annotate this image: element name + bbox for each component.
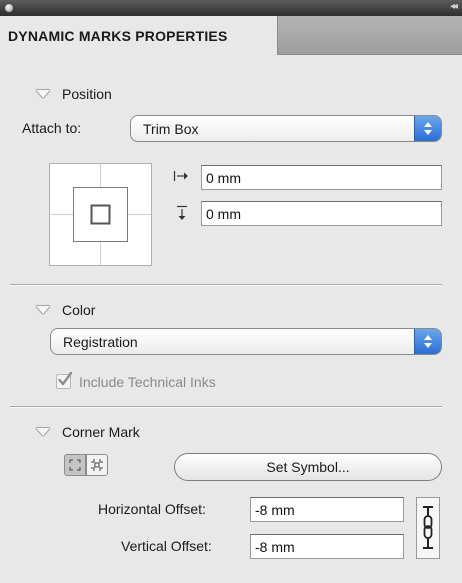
include-technical-inks-checkbox[interactable] — [56, 372, 72, 389]
proxy-diagram — [50, 164, 151, 265]
collapse-icon[interactable]: ◂◂ — [450, 1, 458, 12]
tab-strip: DYNAMIC MARKS PROPERTIES — [0, 16, 462, 55]
popup-arrows-icon[interactable] — [414, 329, 441, 354]
reference-point-proxy[interactable] — [49, 163, 152, 266]
horizontal-offset-label: Horizontal Offset: — [98, 501, 206, 517]
attach-to-value: Trim Box — [143, 120, 199, 137]
disclosure-triangle-icon[interactable] — [36, 306, 50, 314]
attach-to-label: Attach to: — [22, 120, 82, 136]
corner-mark-header-label: Corner Mark — [62, 424, 140, 440]
x-offset-field[interactable] — [201, 165, 442, 190]
tab-dynamic-marks-properties[interactable]: DYNAMIC MARKS PROPERTIES — [0, 16, 278, 55]
disclosure-triangle-icon[interactable] — [36, 428, 50, 436]
color-header-label: Color — [62, 302, 96, 318]
popup-arrows-icon[interactable] — [414, 116, 441, 141]
include-technical-inks-label: Include Technical Inks — [79, 374, 216, 390]
y-offset-field[interactable] — [201, 201, 442, 226]
link-chain-icon — [423, 506, 433, 549]
section-divider — [10, 406, 442, 407]
horizontal-offset-field[interactable] — [250, 497, 404, 522]
position-section-header[interactable]: Position — [36, 86, 112, 102]
attach-to-popup[interactable]: Trim Box — [130, 115, 442, 142]
link-offsets-button[interactable] — [416, 497, 440, 559]
disclosure-triangle-icon[interactable] — [36, 90, 50, 98]
color-popup[interactable]: Registration — [50, 328, 442, 355]
set-symbol-button[interactable]: Set Symbol... — [174, 453, 442, 481]
panel-titlebar[interactable]: ◂◂ — [0, 0, 462, 16]
x-offset-icon — [173, 169, 189, 186]
corner-mark-style-icon — [91, 459, 103, 471]
color-value: Registration — [63, 333, 138, 350]
close-icon[interactable] — [4, 3, 14, 13]
color-section-header[interactable]: Color — [36, 302, 95, 318]
tab-label: DYNAMIC MARKS PROPERTIES — [8, 27, 228, 44]
vertical-offset-field[interactable] — [250, 534, 404, 559]
checkbox-check-icon — [58, 372, 72, 386]
corner-mark-style-2[interactable] — [86, 454, 108, 476]
corner-mark-style-icon — [69, 459, 81, 471]
vertical-offset-label: Vertical Offset: — [121, 538, 212, 554]
section-divider — [10, 284, 442, 285]
corner-mark-section-header[interactable]: Corner Mark — [36, 424, 140, 440]
corner-mark-style-1[interactable] — [64, 454, 86, 476]
dynamic-marks-panel: ◂◂ DYNAMIC MARKS PROPERTIES Position Att… — [0, 0, 462, 583]
position-header-label: Position — [62, 86, 112, 102]
y-offset-icon — [175, 205, 189, 224]
